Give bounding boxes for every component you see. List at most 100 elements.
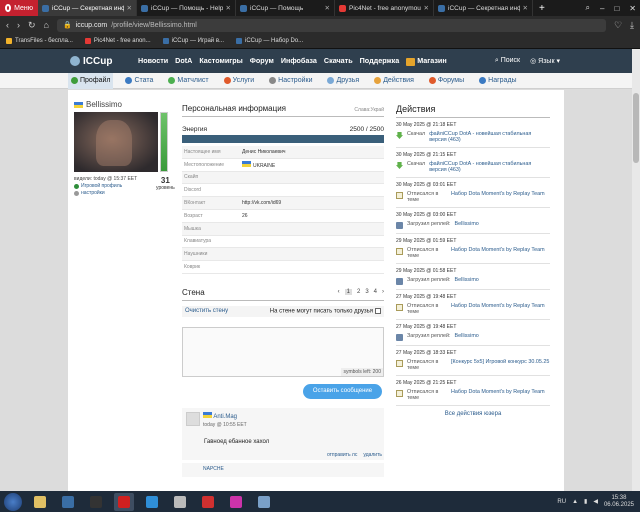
friends-only-checkbox[interactable] <box>375 307 381 314</box>
home-icon[interactable]: ⌂ <box>44 20 49 30</box>
taskbar-app-button[interactable] <box>226 493 246 511</box>
nav-item[interactable]: Новости <box>138 56 168 65</box>
action-link[interactable]: Набор Dota Moment's by Replay Team <box>451 191 550 197</box>
start-button[interactable] <box>4 492 22 511</box>
browser-tab[interactable]: Pic4Net - free anonymou ✕ <box>335 0 434 16</box>
delete-post-link[interactable]: удалить <box>363 452 382 458</box>
tab-close-icon[interactable]: ✕ <box>523 4 528 12</box>
actions-heading: Действия <box>396 104 550 118</box>
bookmark-item[interactable]: iCCup — Набор Do... <box>236 38 303 44</box>
page-link[interactable]: 4 <box>374 289 377 295</box>
tab-title: iCCup — Секретная инфо <box>52 4 124 12</box>
page-scrollbar[interactable] <box>632 49 640 491</box>
subnav-tab-label: Награды <box>488 77 517 84</box>
bookmark-item[interactable]: Pic4Net - free anon... <box>84 38 151 44</box>
page-link[interactable]: 3 <box>365 289 368 295</box>
bookmark-item[interactable]: iCCup — Играй в... <box>162 38 224 44</box>
action-link[interactable]: Bellissimo <box>455 333 550 339</box>
taskbar-app-button[interactable] <box>254 493 274 511</box>
tab-close-icon[interactable]: ✕ <box>127 4 132 12</box>
lock-icon: 🔒 <box>62 22 72 29</box>
network-icon[interactable]: ▮ <box>584 498 587 505</box>
post-author[interactable]: Anti.Mag <box>203 411 237 420</box>
subnav-tab[interactable]: Услуги <box>221 73 258 89</box>
download-icon[interactable]: ⤓ <box>630 20 634 31</box>
page-link[interactable]: 1 <box>344 289 352 296</box>
taskbar-app-button[interactable] <box>198 493 218 511</box>
nav-item[interactable]: Скачать <box>324 56 353 65</box>
bookmark-label: Pic4Net - free anon... <box>93 38 151 44</box>
action-link[interactable]: Набор Dota Moment's by Replay Team <box>451 303 550 309</box>
subnav-tab[interactable]: Друзья <box>324 73 362 89</box>
all-actions-link[interactable]: Все действия юзера <box>396 406 550 422</box>
input-language[interactable]: RU <box>557 499 566 505</box>
taskbar-app-button[interactable] <box>30 493 50 511</box>
tab-close-icon[interactable]: ✕ <box>424 4 429 12</box>
nav-item[interactable]: Инфобаза <box>281 56 317 65</box>
minimize-button[interactable]: – <box>600 4 604 13</box>
forward-icon[interactable]: › <box>17 20 20 30</box>
clock[interactable]: 15:38 06.06.2025 <box>604 495 634 509</box>
subnav-tab[interactable]: Настройки <box>266 73 315 89</box>
subnav-tab[interactable]: Матчлист <box>165 73 211 89</box>
info-value[interactable]: http://vk.com/id69 <box>242 200 281 206</box>
search-link[interactable]: ⌕ Поиск <box>495 57 520 65</box>
taskbar-app-button[interactable] <box>170 493 190 511</box>
action-link[interactable]: [Конкурс 5х5] Игровой конкурс 30.05.25 <box>451 359 550 365</box>
scrollbar-thumb[interactable] <box>633 93 639 163</box>
back-icon[interactable]: ‹ <box>6 20 9 30</box>
nav-item[interactable]: DotA <box>175 56 192 65</box>
nav-item[interactable]: Кастомигры <box>199 56 242 65</box>
subnav-tab[interactable]: Награды <box>476 73 519 89</box>
action-link[interactable]: Bellissimo <box>455 277 550 283</box>
browser-menu-button[interactable]: Меню <box>0 0 38 16</box>
post-author[interactable]: NAPCHE <box>203 466 224 472</box>
taskbar-app-button[interactable] <box>142 493 162 511</box>
taskbar-app-button[interactable] <box>86 493 106 511</box>
volume-icon[interactable]: ◀ <box>593 498 598 505</box>
action-link[interactable]: файлiCCup DotA - новейшая стабильная вер… <box>429 161 550 173</box>
tab-close-icon[interactable]: ✕ <box>325 4 330 12</box>
browser-tab[interactable]: iCCup — Секретная инфо ✕ <box>38 0 137 16</box>
bookmark-icon[interactable]: ♡ <box>614 20 622 31</box>
nav-item[interactable]: Поддержка <box>360 56 400 65</box>
send-message-button[interactable]: Оставить сообщение <box>303 383 382 399</box>
action-link[interactable]: Набор Dota Moment's by Replay Team <box>451 247 550 253</box>
close-window-button[interactable]: ✕ <box>629 4 636 13</box>
replay-icon <box>396 278 403 285</box>
browser-tab[interactable]: iCCup — Помощь - Help ✕ <box>137 0 236 16</box>
wall-message-input[interactable]: symbols left: 200 <box>182 326 384 377</box>
page-link[interactable]: ‹ <box>338 289 340 295</box>
subnav-tab-icon <box>223 77 231 84</box>
taskbar-app-button[interactable] <box>58 493 78 511</box>
friends-only-option[interactable]: На стене могут писать только друзья <box>270 307 381 315</box>
new-tab-button[interactable]: + <box>533 3 551 14</box>
action-link[interactable]: Bellissimo <box>455 221 550 227</box>
clear-wall-link[interactable]: Очистить стену <box>185 308 228 314</box>
browser-tab[interactable]: iCCup — Секретная инфо ✕ <box>434 0 533 16</box>
search-tabs-icon[interactable]: ⌕ <box>586 3 590 13</box>
bookmark-item[interactable]: TransFiles - беспла... <box>6 38 73 44</box>
action-link[interactable]: Набор Dota Moment's by Replay Team <box>451 389 550 395</box>
browser-tab[interactable]: iCCup — Помощь ✕ <box>236 0 335 16</box>
subnav-tab[interactable]: Стата <box>122 73 156 89</box>
language-selector[interactable]: ◎ Язык ▾ <box>530 57 560 65</box>
maximize-button[interactable]: □ <box>614 4 619 13</box>
subnav-tab[interactable]: Форумы <box>426 73 467 89</box>
site-logo[interactable]: ICCup <box>8 56 138 67</box>
tab-close-icon[interactable]: ✕ <box>226 4 231 12</box>
flag-tray-icon[interactable]: ▲ <box>572 499 578 505</box>
send-pm-link[interactable]: отправить лс <box>327 452 357 458</box>
nav-item-shop[interactable]: Магазин <box>406 56 447 66</box>
subnav-tab[interactable]: Профайл <box>68 72 114 89</box>
action-link[interactable]: файлiCCup DotA - новейшая стабильная вер… <box>429 131 550 143</box>
page-link[interactable]: 2 <box>357 289 360 295</box>
nav-item[interactable]: Форум <box>250 56 274 65</box>
subnav-tab-label: Форумы <box>437 77 465 84</box>
info-key: Discord <box>184 187 201 194</box>
url-field[interactable]: 🔒 iccup.com/profile/view/Bellissimo.html <box>56 18 606 32</box>
subnav-tab[interactable]: Действия <box>371 73 417 89</box>
page-link[interactable]: › <box>382 289 384 295</box>
reload-icon[interactable]: ↻ <box>28 20 36 31</box>
taskbar-app-button[interactable] <box>114 492 134 511</box>
